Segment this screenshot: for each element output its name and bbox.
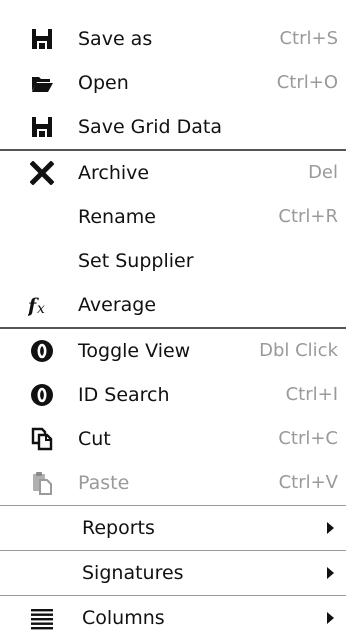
save-icon bbox=[32, 117, 52, 137]
menu-item-rename[interactable]: Rename Ctrl+R bbox=[0, 195, 346, 239]
menu-item-archive[interactable]: Archive Del bbox=[0, 151, 346, 195]
menu-item-toggle-view[interactable]: Toggle View Dbl Click bbox=[0, 329, 346, 373]
menu-item-label: Toggle View bbox=[78, 340, 191, 362]
menu-item-paste: Paste Ctrl+V bbox=[0, 461, 346, 505]
menu-item-label: Save as bbox=[78, 28, 153, 50]
menu-item-label: Columns bbox=[82, 607, 165, 629]
shortcut-label: Ctrl+S bbox=[279, 28, 338, 49]
submenu-reports[interactable]: Reports bbox=[0, 506, 346, 550]
menu-item-save-as[interactable]: Save as Ctrl+S bbox=[0, 17, 346, 61]
menu-item-cut[interactable]: Cut Ctrl+C bbox=[0, 417, 346, 461]
submenu-columns[interactable]: Columns bbox=[0, 596, 346, 640]
menu-item-set-supplier[interactable]: Set Supplier bbox=[0, 239, 346, 283]
submenu-arrow-icon bbox=[327, 612, 334, 624]
circle-zero-icon bbox=[31, 340, 53, 362]
menu-item-save-grid-data[interactable]: Save Grid Data bbox=[0, 105, 346, 149]
menu-item-label: Average bbox=[78, 294, 157, 316]
delete-x-icon bbox=[30, 161, 54, 185]
shortcut-label: Dbl Click bbox=[259, 340, 338, 361]
shortcut-label: Del bbox=[308, 162, 338, 183]
submenu-arrow-icon bbox=[327, 567, 334, 579]
shortcut-label: Ctrl+I bbox=[285, 384, 338, 405]
shortcut-label: Ctrl+O bbox=[276, 72, 338, 93]
menu-item-label: Signatures bbox=[82, 562, 184, 584]
shortcut-label: Ctrl+R bbox=[278, 206, 338, 227]
submenu-arrow-icon bbox=[327, 522, 334, 534]
shortcut-label: Ctrl+C bbox=[278, 428, 338, 449]
columns-lines-icon bbox=[31, 609, 53, 630]
function-fx-icon: f x bbox=[28, 295, 45, 317]
folder-open-icon bbox=[32, 77, 53, 92]
menu-item-label: Set Supplier bbox=[78, 250, 194, 272]
save-icon bbox=[32, 29, 52, 49]
paste-icon bbox=[33, 472, 52, 495]
submenu-signatures[interactable]: Signatures bbox=[0, 551, 346, 595]
context-menu: Save as Ctrl+S Open Ctrl+O Save Grid Dat… bbox=[0, 0, 346, 630]
menu-item-average[interactable]: f x Average bbox=[0, 283, 346, 327]
menu-item-id-search[interactable]: ID Search Ctrl+I bbox=[0, 373, 346, 417]
shortcut-label: Ctrl+V bbox=[278, 472, 338, 493]
circle-zero-icon bbox=[31, 384, 53, 406]
menu-item-label: Paste bbox=[78, 472, 130, 494]
menu-item-label: Cut bbox=[78, 428, 111, 450]
menu-item-label: Save Grid Data bbox=[78, 116, 222, 138]
cut-pages-icon bbox=[31, 427, 53, 451]
menu-item-label: ID Search bbox=[78, 384, 170, 406]
svg-text:x: x bbox=[37, 301, 45, 317]
menu-item-label: Reports bbox=[82, 517, 155, 539]
menu-item-open[interactable]: Open Ctrl+O bbox=[0, 61, 346, 105]
menu-item-label: Rename bbox=[78, 206, 156, 228]
menu-item-label: Archive bbox=[78, 162, 150, 184]
menu-item-label: Open bbox=[78, 72, 129, 94]
